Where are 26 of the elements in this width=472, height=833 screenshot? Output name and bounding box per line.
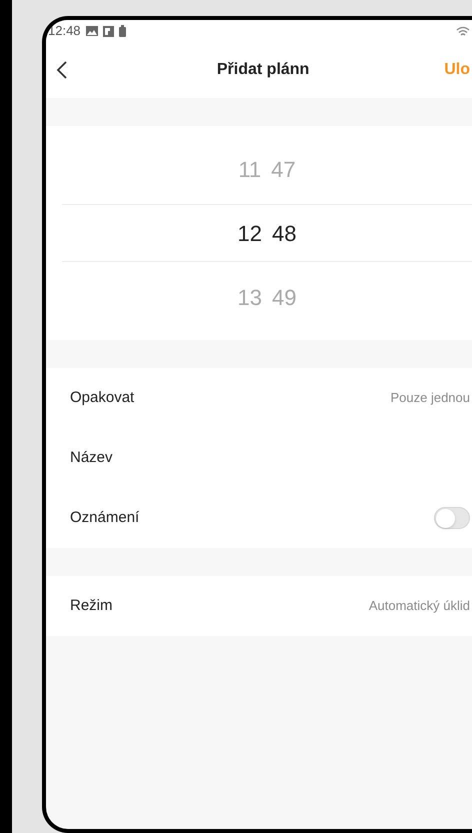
status-time: 12:48 (48, 22, 81, 40)
image-icon (86, 26, 98, 36)
setting-label: Opakovat (70, 388, 134, 408)
hour-value: 12 (238, 220, 262, 248)
setting-row[interactable]: Opakovat Pouze jednou (46, 368, 472, 428)
time-picker-row[interactable]: 12 48 (62, 204, 472, 262)
setting-value: Automatický úklid (368, 597, 470, 616)
back-icon[interactable] (56, 60, 68, 80)
hour-value: 13 (238, 284, 262, 312)
setting-row[interactable]: Oznámení (46, 488, 472, 548)
battery-icon (118, 25, 126, 37)
page-title: Přidat plánn (216, 60, 310, 80)
notification-toggle[interactable] (434, 507, 470, 529)
hour-value: 11 (238, 156, 262, 184)
setting-value: Pouze jednou (390, 389, 470, 408)
setting-label: Oznámení (70, 508, 140, 528)
setting-label: Název (70, 448, 113, 468)
minute-value: 48 (272, 220, 296, 248)
minute-value: 49 (272, 284, 296, 312)
setting-label: Režim (70, 596, 113, 616)
time-picker[interactable]: 11 47 12 48 13 49 (46, 126, 472, 340)
wifi-icon (456, 26, 470, 36)
app-icon (102, 26, 114, 36)
setting-row[interactable]: Název (46, 428, 472, 488)
minute-value: 47 (271, 156, 296, 184)
setting-row[interactable]: Režim Automatický úklid (46, 576, 472, 636)
